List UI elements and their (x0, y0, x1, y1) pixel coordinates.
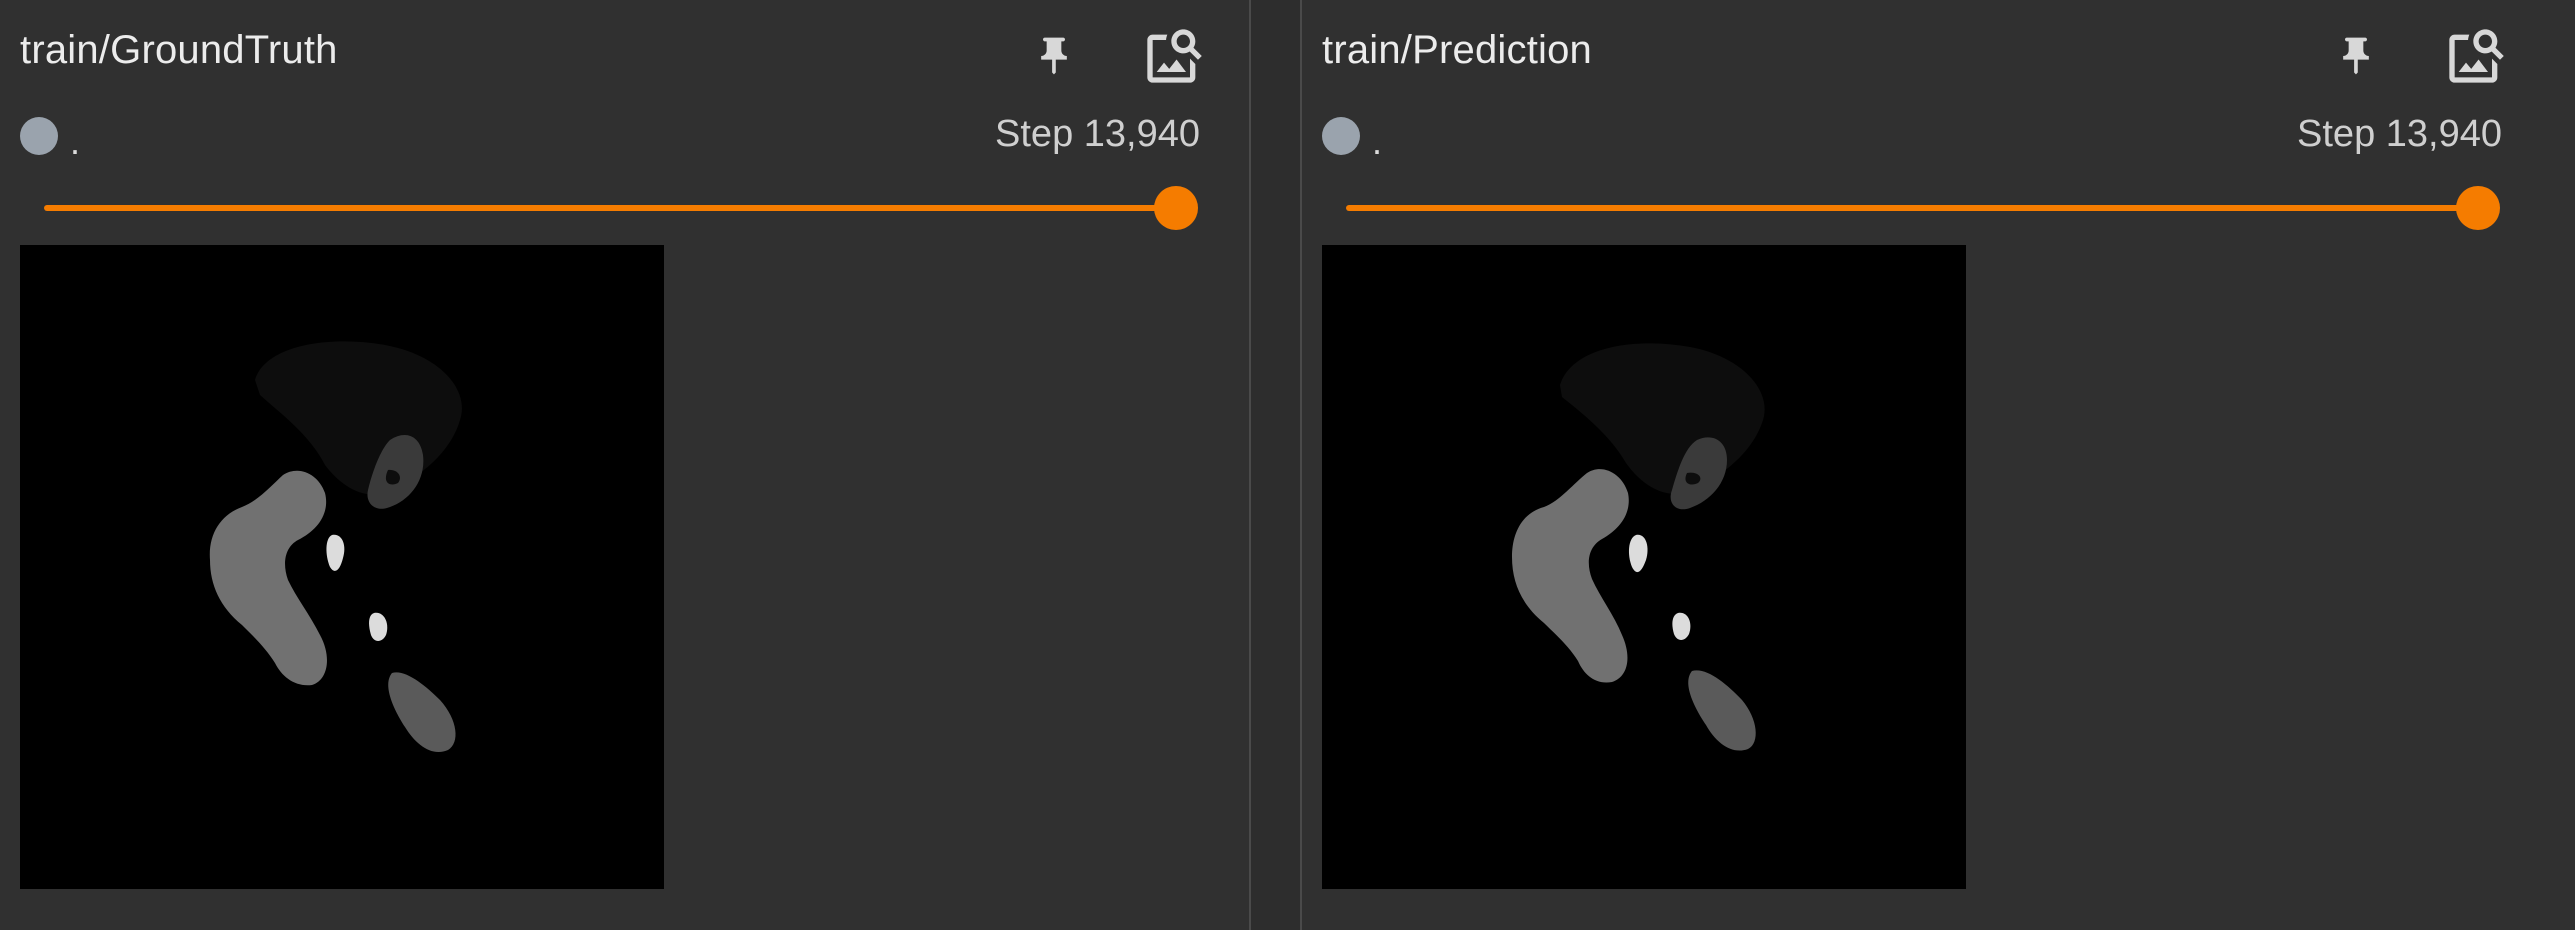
pin-icon (2343, 37, 2369, 75)
pin-icon (1041, 37, 1067, 75)
run-color-dot (1322, 117, 1360, 155)
card-title: train/Prediction (1322, 28, 1592, 72)
run-color-dot (20, 117, 58, 155)
segmentation-mask-drawing (20, 245, 664, 889)
run-name: . (70, 121, 81, 162)
slider-thumb[interactable] (2456, 186, 2500, 230)
pin-button[interactable] (1018, 20, 1090, 92)
run-name: . (1372, 121, 1383, 162)
card-divider (1249, 0, 1251, 930)
slider-track (44, 205, 1176, 211)
slider-thumb[interactable] (1154, 186, 1198, 230)
segmentation-image (1322, 245, 1966, 889)
slider-track (1346, 205, 2478, 211)
image-search-icon (2449, 29, 2504, 83)
segmentation-mask-drawing (1322, 245, 1966, 889)
image-card-prediction: train/Prediction . Step 13,940 (1302, 0, 2550, 930)
pin-button[interactable] (2320, 20, 2392, 92)
segmentation-image (20, 245, 664, 889)
view-image-button[interactable] (2440, 20, 2512, 92)
card-title: train/GroundTruth (20, 28, 338, 72)
step-slider[interactable] (1346, 186, 2500, 230)
image-search-icon (1147, 29, 1202, 83)
step-slider[interactable] (44, 186, 1198, 230)
step-label: Step 13,940 (2297, 113, 2502, 155)
view-image-button[interactable] (1138, 20, 1210, 92)
step-label: Step 13,940 (995, 113, 1200, 155)
card-gap (1251, 0, 1300, 930)
image-card-groundtruth: train/GroundTruth . Step 13,940 (0, 0, 1248, 930)
